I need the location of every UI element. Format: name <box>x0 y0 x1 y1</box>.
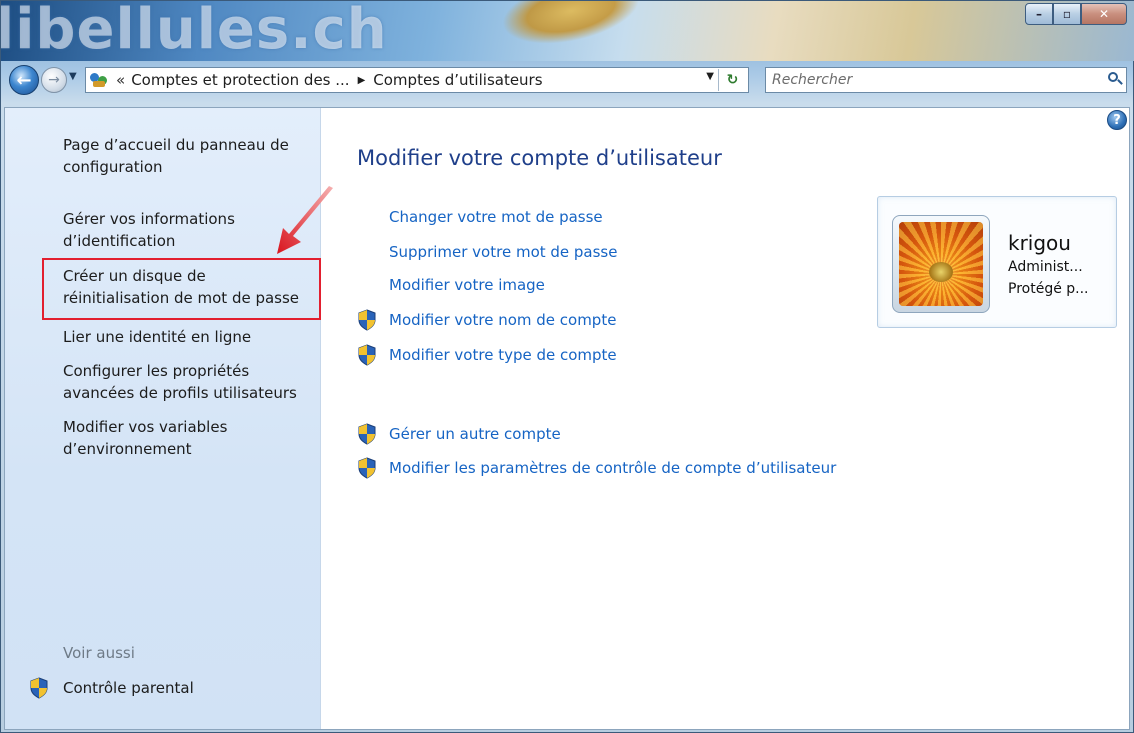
task-label: Modifier les paramètres de contrôle de c… <box>389 459 837 477</box>
user-protection-status: Protégé p... <box>1008 281 1089 297</box>
red-arrow-annotation <box>277 186 333 254</box>
task-change-account-name[interactable]: Modifier votre nom de compte <box>357 309 616 331</box>
decorative-swoosh <box>496 1 646 55</box>
task-label: Modifier votre nom de compte <box>389 311 617 329</box>
page-title: Modifier votre compte d’utilisateur <box>357 146 722 170</box>
task-remove-password[interactable]: Supprimer votre mot de passe <box>357 243 617 261</box>
window-controls: – ▫ ✕ <box>1025 3 1127 25</box>
task-change-password[interactable]: Changer votre mot de passe <box>357 208 603 226</box>
title-bar: libellules.ch – ▫ ✕ <box>1 1 1134 61</box>
navigation-bar: ← → ▼ « Comptes et protection des ... ▶ … <box>1 63 1134 99</box>
uac-shield-icon <box>357 457 377 479</box>
breadcrumb-arrow-icon[interactable]: ▶ <box>358 75 366 86</box>
highlight-box <box>42 258 321 320</box>
task-label: Modifier votre type de compte <box>389 346 617 364</box>
back-button[interactable]: ← <box>9 65 39 95</box>
user-name: krigou <box>1008 231 1071 255</box>
user-accounts-icon <box>90 71 110 89</box>
flower-picture <box>899 222 983 306</box>
forward-button[interactable]: → <box>41 67 67 93</box>
forward-arrow-icon: → <box>48 72 60 88</box>
task-label: Supprimer votre mot de passe <box>389 243 618 261</box>
address-dropdown-icon[interactable]: ▼ <box>706 71 714 82</box>
refresh-button[interactable]: ↻ <box>718 69 746 91</box>
breadcrumb-item[interactable]: Comptes et protection des ... <box>131 71 349 89</box>
search-box <box>765 67 1127 93</box>
uac-shield-icon <box>357 344 377 366</box>
task-change-picture[interactable]: Modifier votre image <box>357 276 545 294</box>
uac-shield-icon <box>357 309 377 331</box>
task-manage-another-account[interactable]: Gérer un autre compte <box>357 423 561 445</box>
sidebar-item-control-panel-home[interactable]: Page d’accueil du panneau de configurati… <box>63 134 313 178</box>
task-label: Gérer un autre compte <box>389 425 561 443</box>
uac-shield-icon <box>357 423 377 445</box>
task-label: Changer votre mot de passe <box>389 208 603 226</box>
sidebar-item-link-online-id[interactable]: Lier une identité en ligne <box>63 326 313 348</box>
address-bar[interactable]: « Comptes et protection des ... ▶ Compte… <box>85 67 749 93</box>
parental-controls-label: Contrôle parental <box>63 679 194 697</box>
parental-controls-link[interactable]: Contrôle parental <box>29 677 194 699</box>
breadcrumb-item-current[interactable]: Comptes d’utilisateurs <box>373 71 542 89</box>
breadcrumb-overflow[interactable]: « <box>116 71 125 89</box>
task-label: Modifier votre image <box>389 276 545 294</box>
explorer-window: libellules.ch – ▫ ✕ ← → ▼ « Comptes et p… <box>0 0 1134 733</box>
task-change-account-type[interactable]: Modifier votre type de compte <box>357 344 617 366</box>
see-also-heading: Voir aussi <box>63 644 135 662</box>
watermark-logo: libellules.ch <box>1 1 388 61</box>
close-button[interactable]: ✕ <box>1081 3 1127 25</box>
help-icon[interactable]: ? <box>1107 110 1127 130</box>
minimize-button[interactable]: – <box>1025 3 1053 25</box>
history-dropdown-icon[interactable]: ▼ <box>69 71 77 82</box>
content-area: Page d’accueil du panneau de configurati… <box>4 107 1130 730</box>
user-role: Administ... <box>1008 259 1083 275</box>
avatar[interactable] <box>892 215 990 313</box>
user-account-card: krigou Administ... Protégé p... <box>877 196 1117 328</box>
task-uac-settings[interactable]: Modifier les paramètres de contrôle de c… <box>357 457 836 479</box>
uac-shield-icon <box>29 677 49 699</box>
search-icon[interactable] <box>1104 69 1126 91</box>
refresh-icon: ↻ <box>726 72 739 88</box>
sidebar-item-environment-variables[interactable]: Modifier vos variables d’environnement <box>63 416 313 460</box>
sidebar-item-advanced-profile-properties[interactable]: Configurer les propriétés avancées de pr… <box>63 360 313 404</box>
search-input[interactable] <box>772 69 1104 91</box>
maximize-button[interactable]: ▫ <box>1053 3 1081 25</box>
back-arrow-icon: ← <box>16 69 32 91</box>
